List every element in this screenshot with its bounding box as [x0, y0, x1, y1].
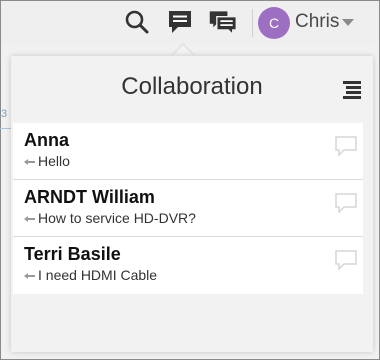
- conversation-name: Anna: [24, 130, 69, 150]
- reply-icon: [24, 273, 35, 279]
- conversation-item[interactable]: Anna Hello: [13, 123, 363, 180]
- collaboration-popover: Collaboration Anna Hello ARNDT William H…: [11, 56, 373, 352]
- last-message-text: I need HDMI Cable: [38, 267, 158, 283]
- chat-bubble-icon[interactable]: [335, 250, 357, 270]
- top-bar: C Chris: [1, 1, 379, 45]
- conversation-name: Terri Basile: [24, 244, 121, 264]
- chat-bubble-icon[interactable]: [335, 136, 357, 156]
- user-name[interactable]: Chris: [295, 11, 339, 33]
- avatar-initial: C: [268, 15, 280, 31]
- reply-icon: [24, 159, 35, 165]
- conversation-item[interactable]: ARNDT William How to service HD-DVR?: [13, 180, 363, 237]
- chats-icon[interactable]: [208, 7, 238, 37]
- background-partial-text: 3: [1, 108, 8, 120]
- conversation-item[interactable]: Terri Basile I need HDMI Cable: [13, 237, 363, 294]
- conversation-list: Anna Hello ARNDT William How to service …: [13, 123, 363, 294]
- last-message-text: How to service HD-DVR?: [38, 210, 196, 226]
- list-menu-icon[interactable]: [343, 80, 361, 99]
- chat-bubble-icon[interactable]: [335, 193, 357, 213]
- search-icon[interactable]: [122, 7, 152, 37]
- chat-bubble-icon[interactable]: [165, 7, 195, 37]
- avatar[interactable]: C: [258, 7, 290, 39]
- last-message-text: Hello: [38, 153, 70, 169]
- popover-pointer: [172, 45, 194, 56]
- popover-title: Collaboration: [121, 73, 263, 100]
- chevron-down-icon[interactable]: [342, 19, 354, 26]
- conversation-name: ARNDT William: [24, 187, 155, 207]
- toolbar-divider: [252, 9, 253, 37]
- conversation-last-message: How to service HD-DVR?: [24, 210, 196, 226]
- reply-icon: [24, 216, 35, 222]
- conversation-last-message: I need HDMI Cable: [24, 267, 157, 283]
- conversation-last-message: Hello: [24, 153, 70, 169]
